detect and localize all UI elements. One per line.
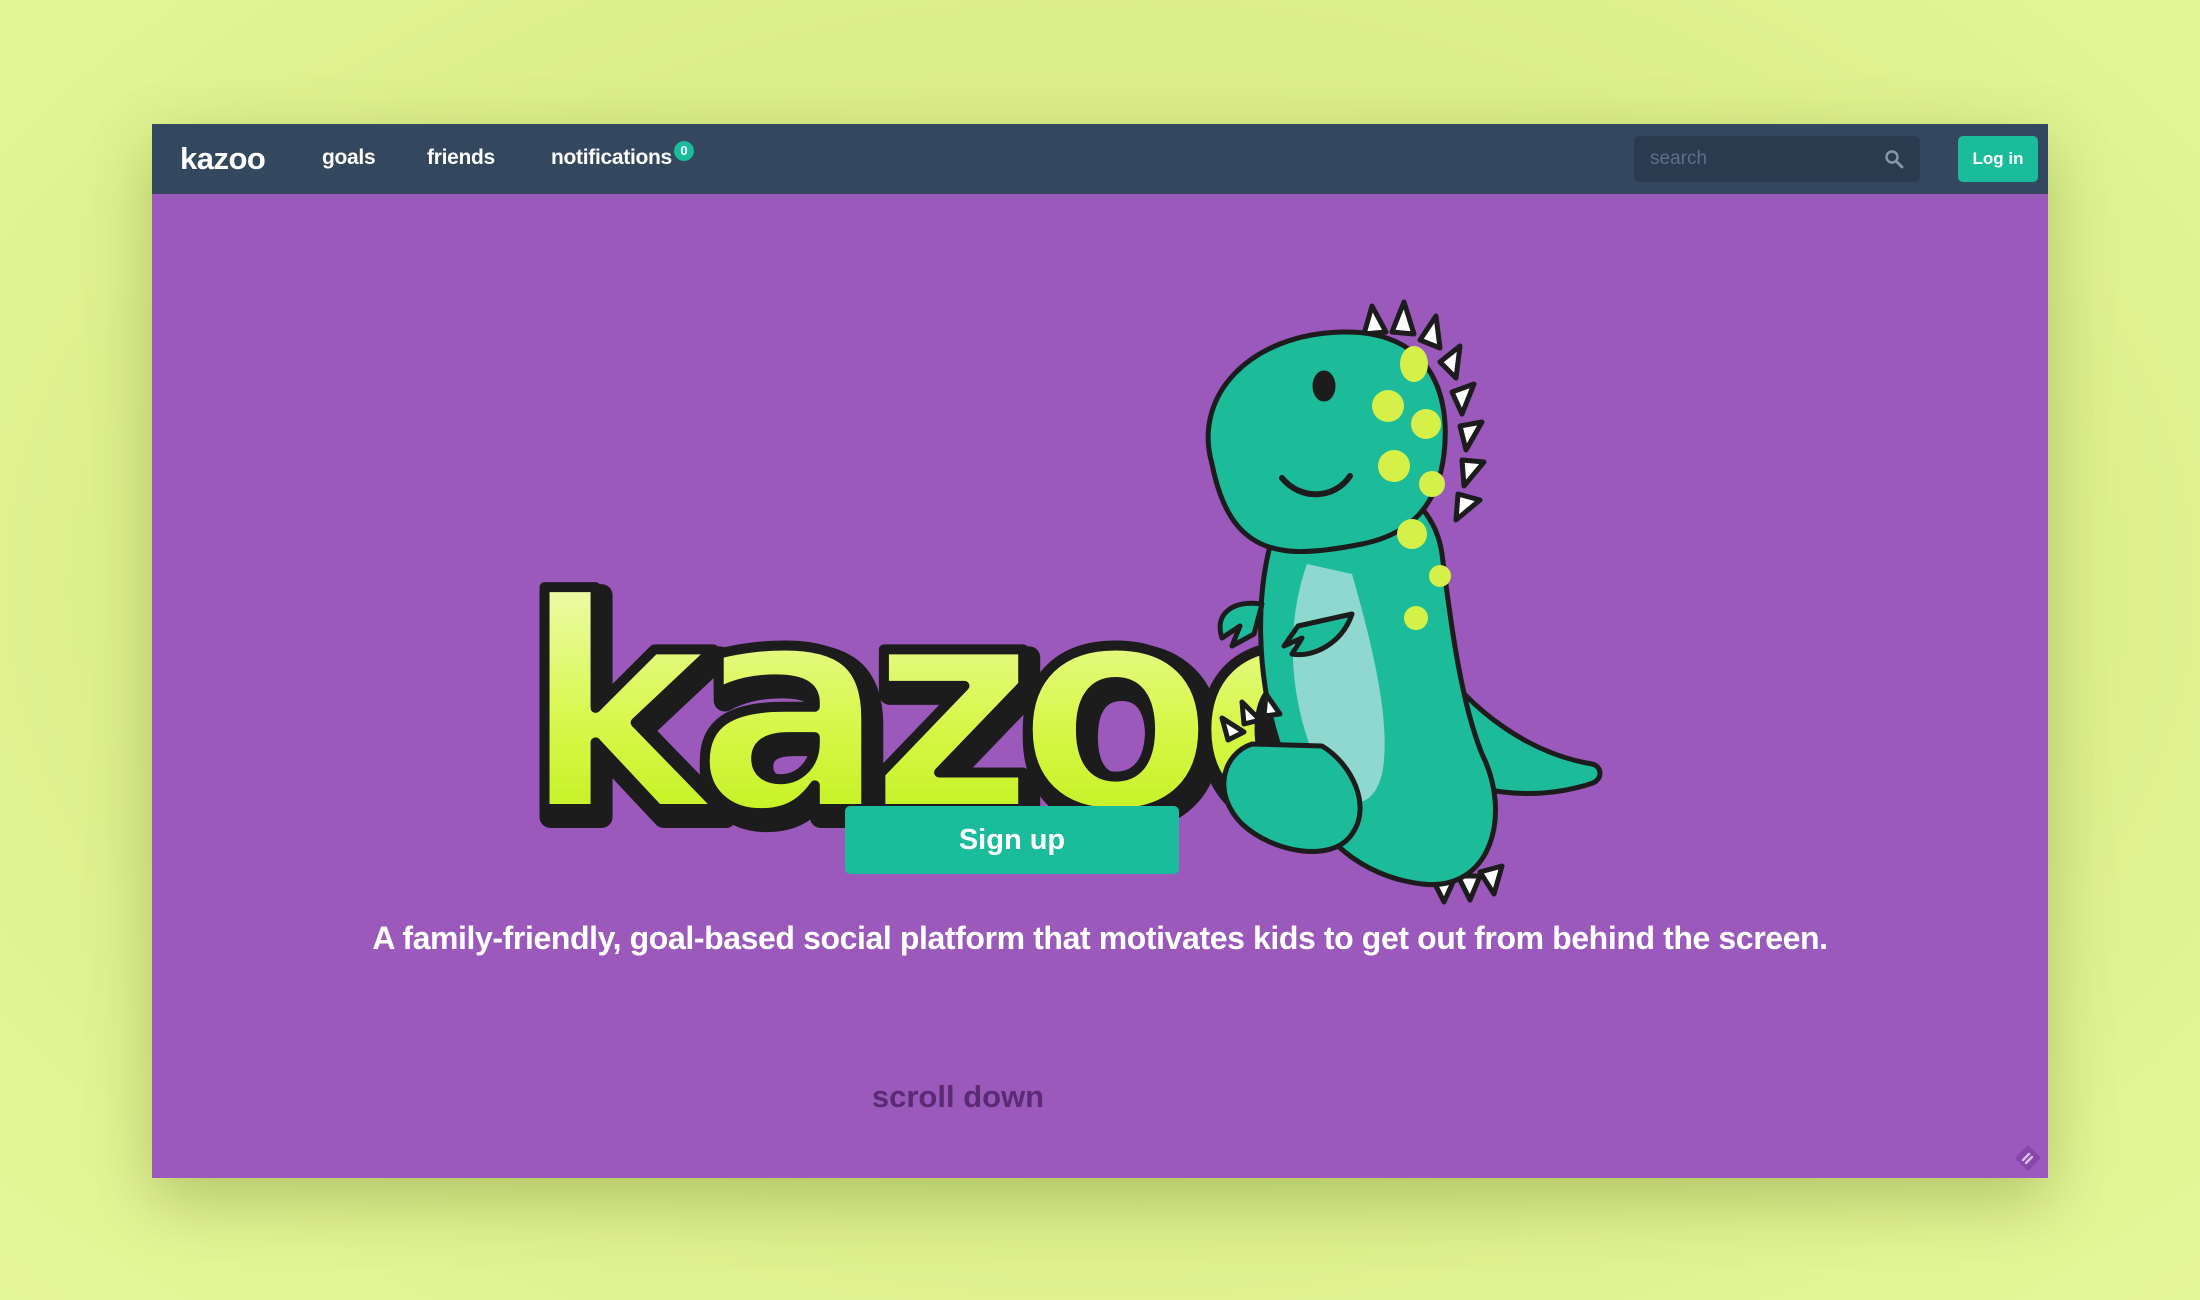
dinosaur-mascot	[1205, 299, 1603, 905]
kazoo-hero-logo: kazoo kazoo	[515, 299, 1603, 905]
search-box	[1634, 136, 1920, 182]
corner-widget-icon[interactable]	[2012, 1142, 2044, 1174]
search-input[interactable]	[1634, 136, 1864, 182]
notification-count-badge: 0	[674, 141, 694, 161]
navbar: kazoo goals friends notifications 0 Log …	[152, 124, 2048, 194]
search-icon[interactable]	[1884, 149, 1904, 169]
scroll-down-link[interactable]: scroll down	[752, 1079, 1164, 1115]
brand-logo[interactable]: kazoo	[180, 141, 266, 177]
nav-goals-link[interactable]: goals	[322, 146, 376, 170]
hero-tagline: A family-friendly, goal-based social pla…	[372, 920, 1828, 956]
nav-friends-link[interactable]: friends	[427, 146, 495, 170]
browser-viewport: kazoo goals friends notifications 0 Log …	[152, 124, 2048, 1178]
nav-notifications-link[interactable]: notifications	[551, 146, 672, 170]
login-button[interactable]: Log in	[1958, 136, 2038, 182]
signup-button[interactable]: Sign up	[845, 806, 1179, 874]
